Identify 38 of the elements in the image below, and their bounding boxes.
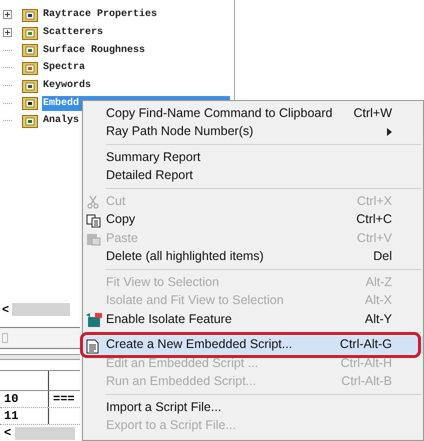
submenu-arrow-icon <box>387 128 392 136</box>
tree-item[interactable]: Keywords <box>42 78 92 94</box>
menu-item[interactable]: Create a New Embedded Script... Ctrl-Alt-G <box>83 336 423 354</box>
menu-item[interactable]: Enable Isolate Feature Alt-Y <box>83 310 423 328</box>
folder-icon <box>22 96 38 110</box>
paste-icon <box>86 232 101 246</box>
scrollbar-thumb[interactable] <box>15 426 76 440</box>
menu-item[interactable]: Import a Script File... <box>83 398 423 416</box>
expand-icon[interactable] <box>3 10 12 20</box>
document-icon <box>86 338 99 354</box>
scissors-icon <box>86 195 100 209</box>
folder-icon <box>22 114 38 128</box>
menu-item[interactable]: Ray Path Node Number(s) <box>83 122 423 141</box>
scroll-left-button[interactable]: < <box>4 424 12 441</box>
menu-item[interactable]: Delete (all highlighted items) Del <box>83 248 423 266</box>
folder-icon <box>22 8 38 22</box>
folder-icon <box>22 78 38 93</box>
folder-icon <box>22 43 38 58</box>
folder-icon <box>22 26 38 40</box>
table-cell: 10 <box>0 391 49 407</box>
folder-icon <box>22 60 38 75</box>
tree-item[interactable]: Surface Roughness <box>42 42 146 58</box>
table-cell-text: === <box>52 391 75 407</box>
scroll-left-button[interactable]: < <box>2 300 10 318</box>
menu-item[interactable]: Copy Find-Name Command to Clipboard Ctrl+W <box>83 104 423 122</box>
tree-item[interactable]: Scatterers <box>42 25 104 40</box>
expand-icon[interactable] <box>3 28 12 38</box>
isolate-icon <box>86 313 102 327</box>
menu-item[interactable]: Detailed Report <box>83 166 423 185</box>
copy-icon <box>86 214 101 228</box>
tree-item[interactable]: Raytrace Properties <box>42 7 158 22</box>
table-cell: 11 <box>0 408 49 424</box>
toolbar-icon[interactable] <box>2 333 8 343</box>
scrollbar-thumb[interactable] <box>12 302 70 316</box>
tree-item[interactable]: Spectra <box>42 60 86 76</box>
tree-item[interactable]: Analys <box>42 113 80 128</box>
menu-item[interactable]: Copy Ctrl+C <box>83 210 423 229</box>
menu-item[interactable]: Summary Report <box>83 148 423 166</box>
